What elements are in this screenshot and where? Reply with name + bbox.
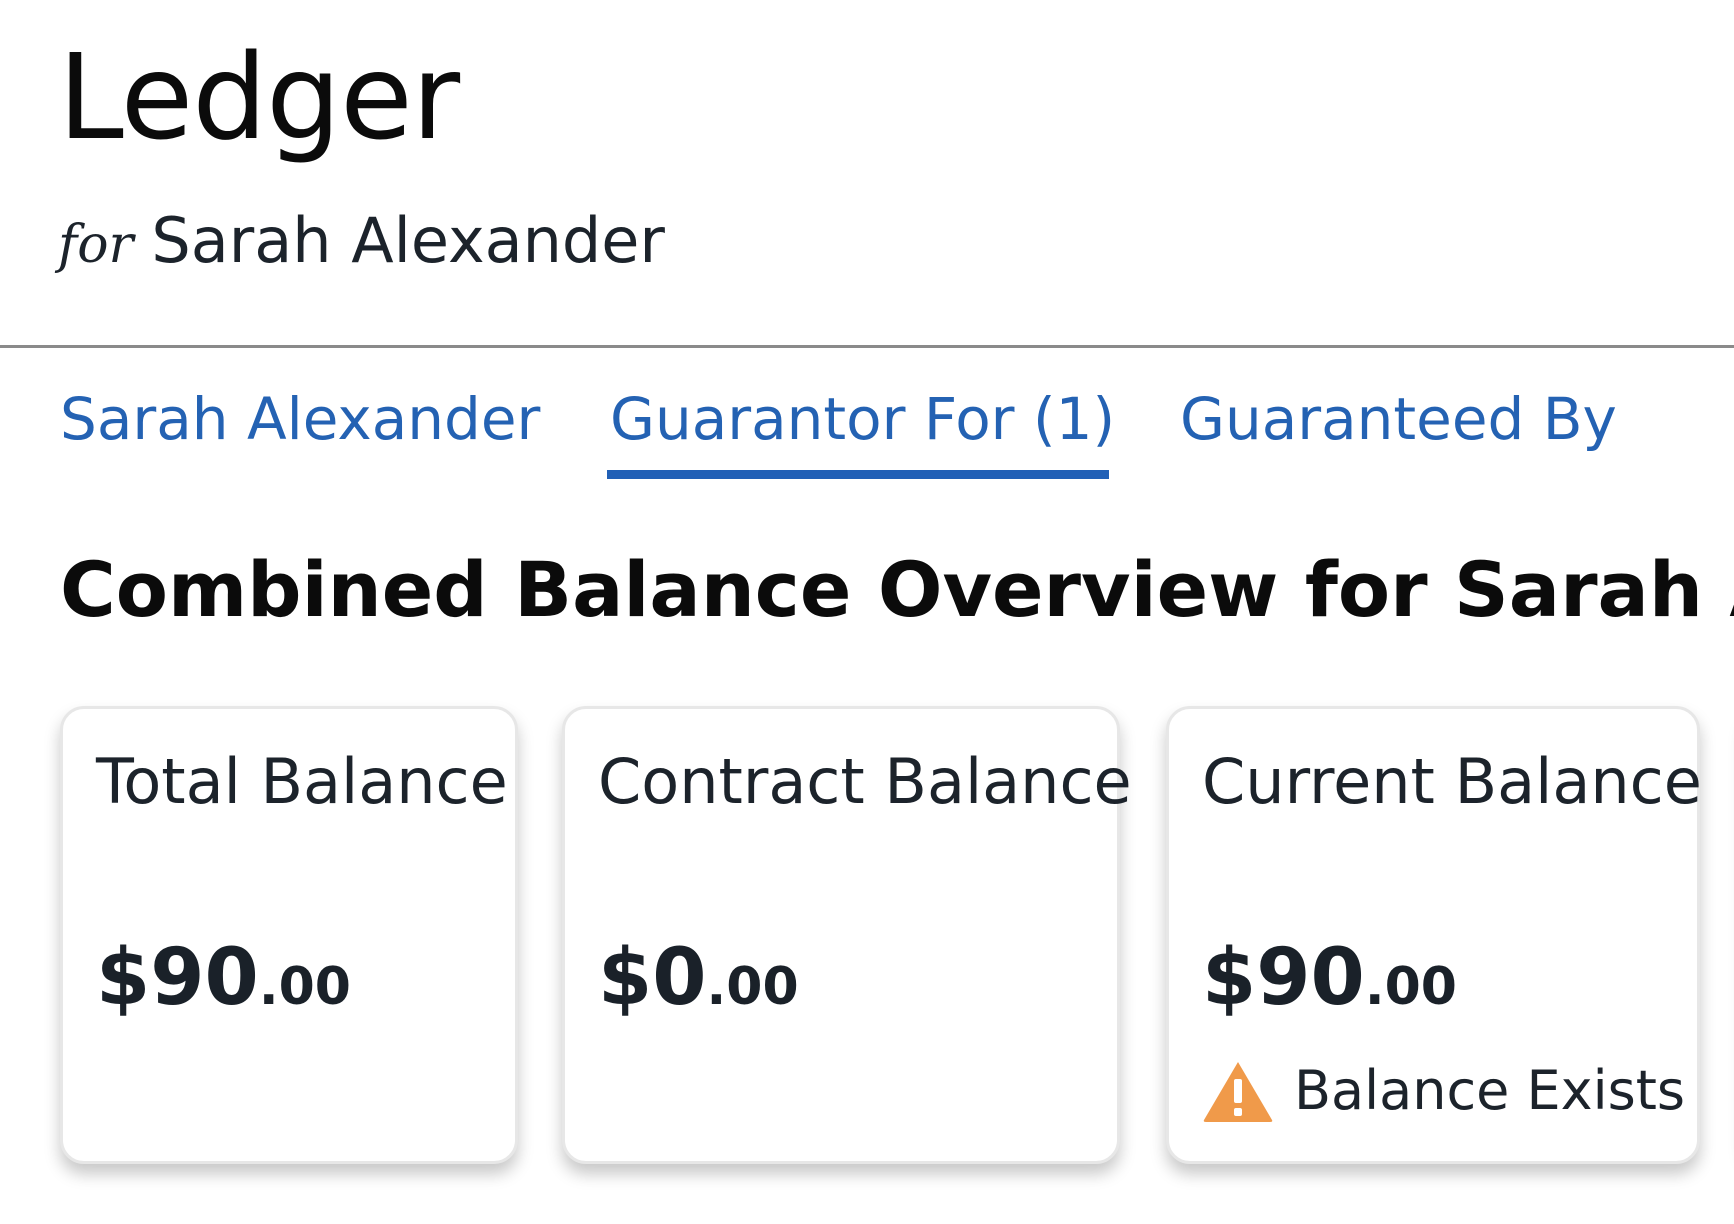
amount-cents: .00 [706, 957, 799, 1017]
card-label: Total Balance [96, 745, 508, 818]
contract-balance-card: Contract Balance $0.00 [562, 706, 1132, 1164]
active-tab-indicator [607, 470, 1109, 479]
for-label: for [58, 215, 134, 275]
balance-status: Balance Exists [1202, 1059, 1685, 1123]
card-amount: $90.00 [96, 939, 351, 1017]
amount-dollars: $90 [1202, 933, 1365, 1023]
card-amount: $90.00 [1202, 939, 1457, 1017]
warning-icon [1203, 1062, 1273, 1122]
total-balance-card: Total Balance $90.00 [60, 706, 518, 1164]
page-header: Ledger [58, 28, 460, 166]
card-label: Contract Balance [598, 745, 1132, 818]
amount-dollars: $90 [96, 933, 259, 1023]
status-text: Balance Exists [1294, 1059, 1686, 1122]
amount-dollars: $0 [598, 933, 707, 1023]
page-title: Ledger [58, 28, 460, 166]
card-label: Current Balance [1202, 745, 1702, 818]
current-balance-card: Current Balance $90.00 Balance Exists [1166, 706, 1702, 1164]
person-name: Sarah Alexander [151, 204, 665, 277]
card-amount: $0.00 [598, 939, 799, 1017]
overview-title: Combined Balance Overview for Sarah Alex… [60, 545, 1734, 634]
amount-cents: .00 [1364, 957, 1457, 1017]
tab-guaranteed-by[interactable]: Guaranteed By [1180, 390, 1617, 448]
amount-cents: .00 [258, 957, 351, 1017]
header-divider [0, 345, 1734, 348]
ledger-subtitle: for Sarah Alexander [58, 210, 665, 272]
tab-guarantor-for[interactable]: Guarantor For (1) [610, 390, 1115, 448]
tab-sarah-alexander[interactable]: Sarah Alexander [60, 390, 540, 448]
ledger-page: Ledger for Sarah Alexander Sarah Alexande… [0, 0, 1734, 1224]
